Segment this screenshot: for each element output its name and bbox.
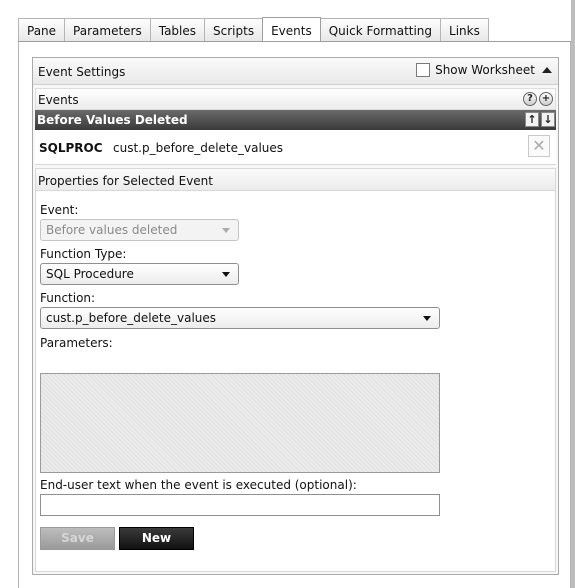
tab-scripts[interactable]: Scripts <box>204 18 264 42</box>
enduser-text-label: End-user text when the event is executed… <box>40 478 357 492</box>
event-settings-box: Event Settings Show Worksheet Events ? +… <box>32 57 559 575</box>
chevron-down-icon <box>222 228 230 233</box>
move-up-icon[interactable]: ↑ <box>525 112 539 127</box>
collapse-icon[interactable] <box>542 67 552 73</box>
show-worksheet-checkbox[interactable] <box>416 63 431 77</box>
function-select[interactable]: cust.p_before_delete_values <box>40 307 440 329</box>
tab-events[interactable]: Events <box>262 17 321 43</box>
show-worksheet-toggle[interactable]: Show Worksheet <box>416 63 552 77</box>
function-type-label: Function Type: <box>40 247 127 261</box>
event-settings-title: Event Settings <box>38 65 126 79</box>
properties-body: Event: Before values deleted Function Ty… <box>35 191 556 572</box>
event-row[interactable]: SQLPROC cust.p_before_delete_values ✕ <box>35 130 556 165</box>
function-value: cust.p_before_delete_values <box>46 311 217 325</box>
tab-tables[interactable]: Tables <box>149 18 206 42</box>
events-panel: Event Settings Show Worksheet Events ? +… <box>18 42 571 588</box>
parameters-label: Parameters: <box>40 336 113 350</box>
event-function: cust.p_before_delete_values <box>113 141 284 155</box>
help-icon[interactable]: ? <box>523 92 537 106</box>
events-bar: Events ? + <box>35 88 556 110</box>
new-button[interactable]: New <box>119 527 194 550</box>
tab-links[interactable]: Links <box>440 18 489 42</box>
enduser-text-input[interactable] <box>40 494 440 516</box>
event-select-value: Before values deleted <box>46 223 178 237</box>
parameters-area[interactable] <box>40 373 440 473</box>
event-settings-header: Event Settings Show Worksheet <box>33 58 558 85</box>
top-band <box>4 0 571 17</box>
window-right-border <box>571 0 575 588</box>
function-type-select[interactable]: SQL Procedure <box>40 263 239 285</box>
selected-event-title: Before Values Deleted <box>37 113 188 127</box>
event-code: SQLPROC <box>39 141 103 155</box>
events-title: Events <box>38 93 79 107</box>
move-down-icon[interactable]: ↓ <box>541 112 555 127</box>
tab-bar: Pane Parameters Tables Scripts Events Qu… <box>18 17 489 43</box>
properties-title: Properties for Selected Event <box>38 174 213 188</box>
tab-pane[interactable]: Pane <box>18 18 66 42</box>
chevron-down-icon <box>222 272 230 277</box>
properties-header: Properties for Selected Event <box>35 168 556 191</box>
function-label: Function: <box>40 291 96 305</box>
tab-quick-formatting[interactable]: Quick Formatting <box>319 18 442 42</box>
function-type-value: SQL Procedure <box>46 267 134 281</box>
event-label: Event: <box>40 203 79 217</box>
selected-event-header[interactable]: Before Values Deleted ↑ ↓ <box>35 110 556 130</box>
chevron-down-icon <box>423 316 431 321</box>
save-button[interactable]: Save <box>40 527 115 550</box>
delete-event-icon[interactable]: ✕ <box>528 135 550 157</box>
left-edge <box>0 0 4 588</box>
show-worksheet-label: Show Worksheet <box>435 63 535 77</box>
tab-parameters[interactable]: Parameters <box>64 18 151 42</box>
event-select[interactable]: Before values deleted <box>40 219 239 241</box>
add-icon[interactable]: + <box>539 92 553 106</box>
